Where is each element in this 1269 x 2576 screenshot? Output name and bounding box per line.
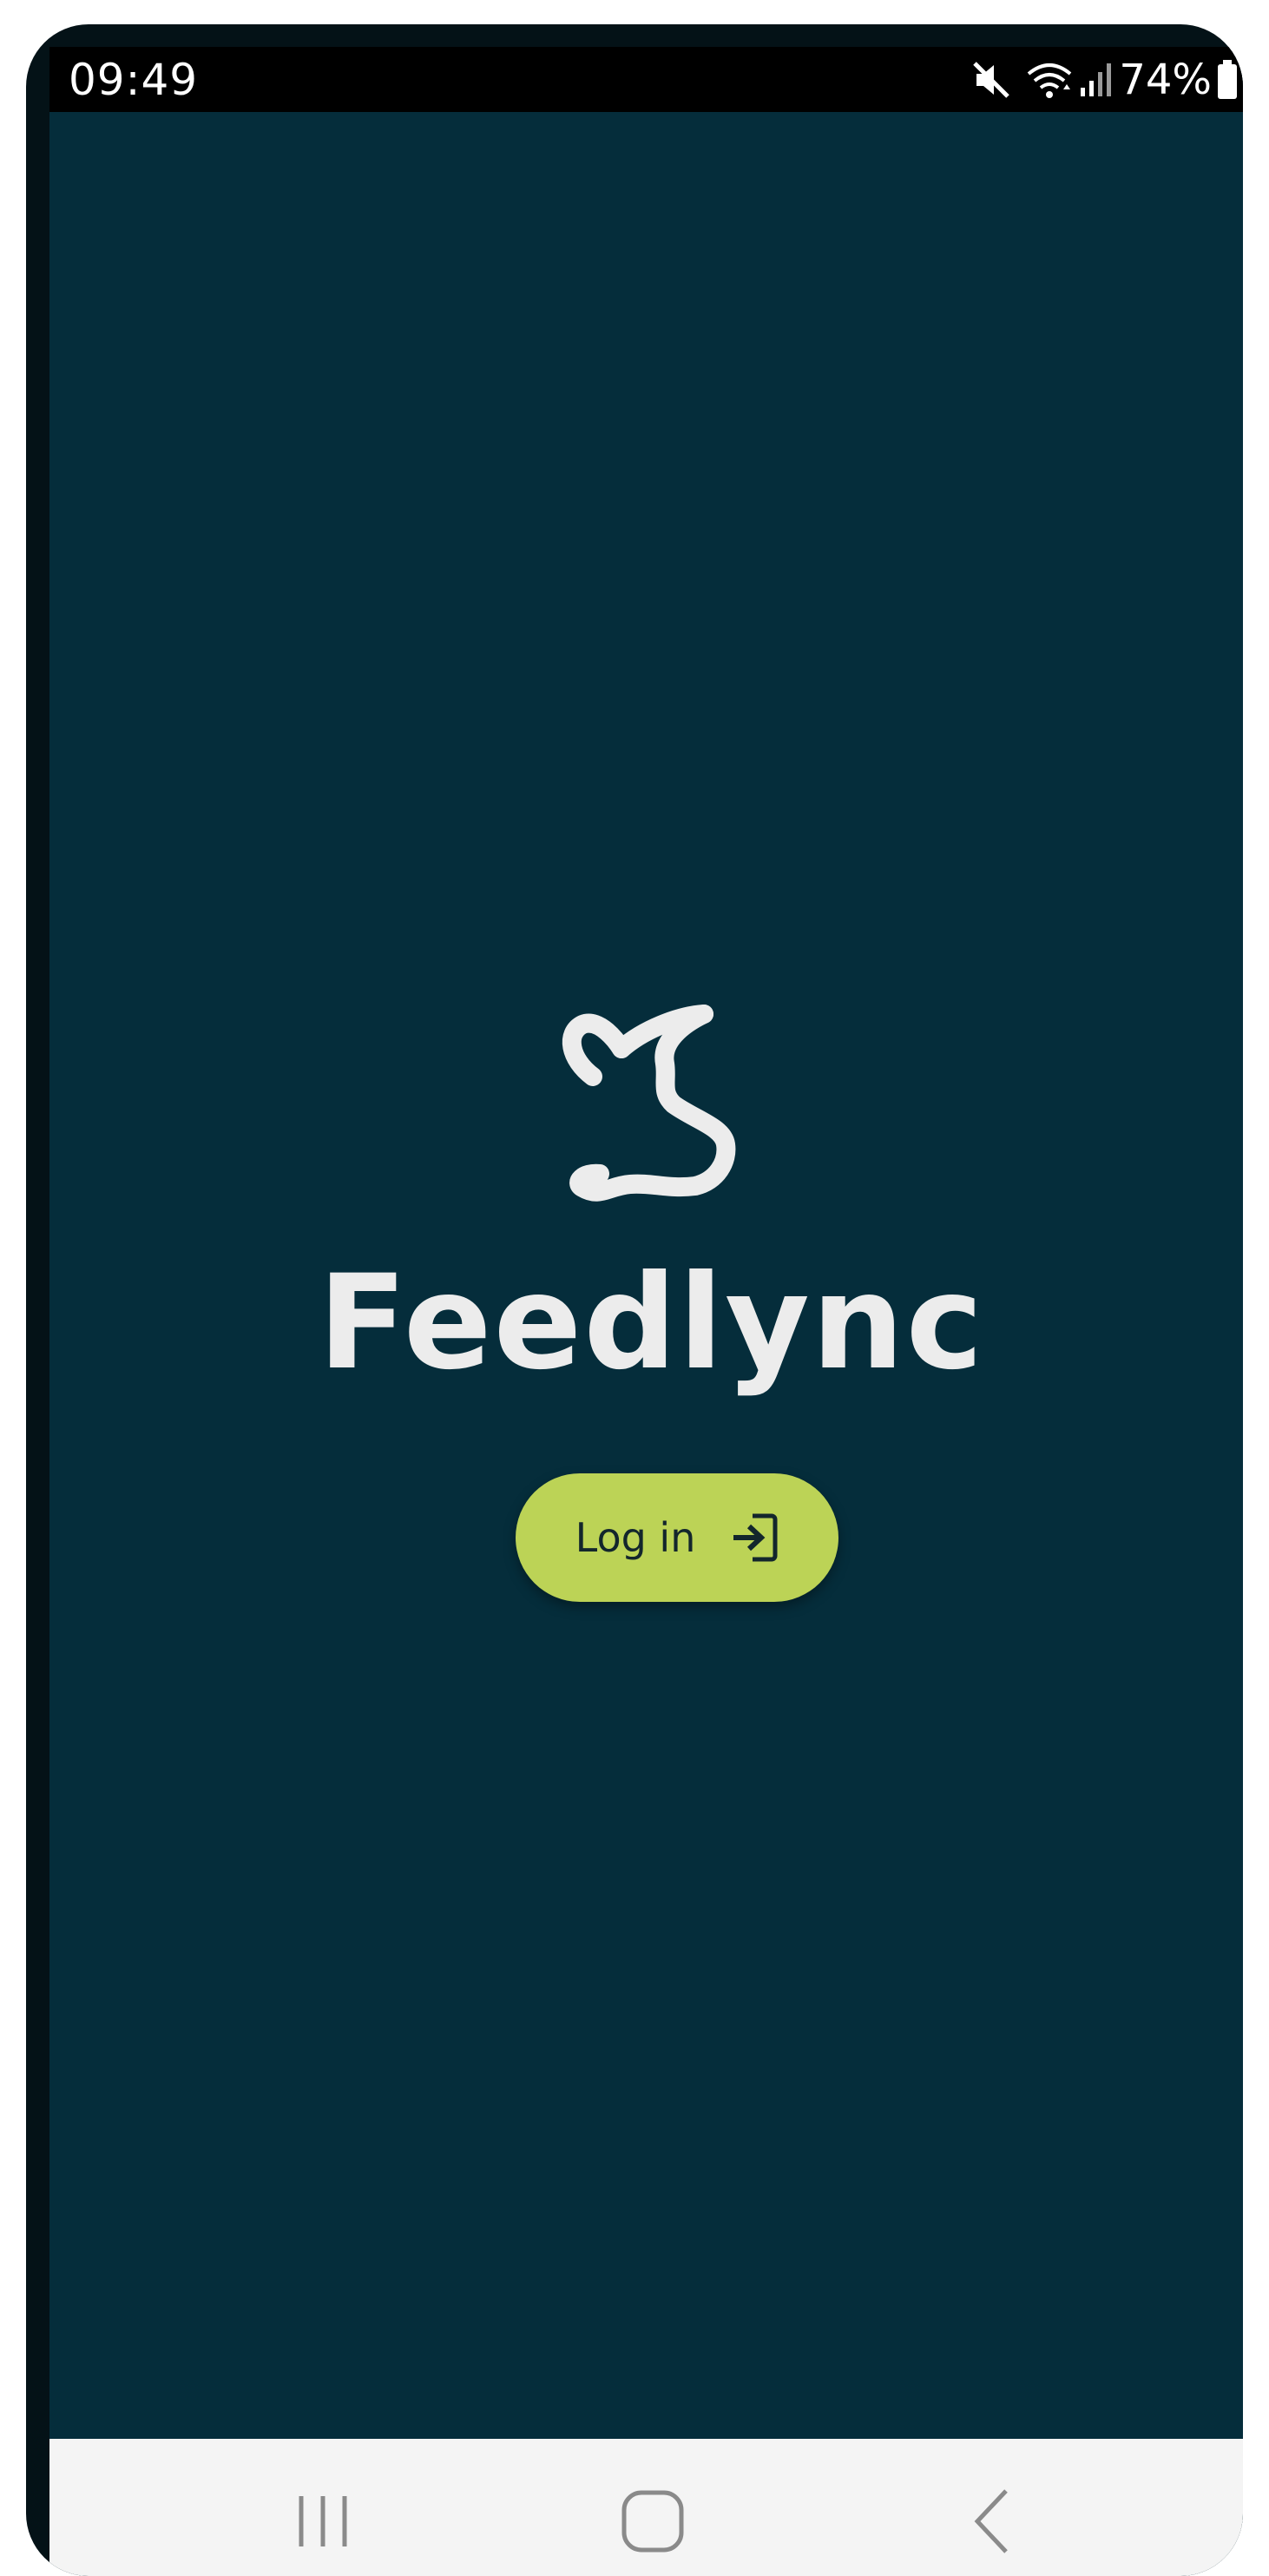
signal-icon bbox=[1077, 58, 1112, 102]
recents-icon bbox=[299, 2496, 347, 2546]
login-button-label: Log in bbox=[575, 1514, 696, 1561]
login-icon bbox=[730, 1512, 779, 1563]
back-icon bbox=[974, 2489, 1008, 2553]
navigation-bar bbox=[49, 2439, 1243, 2576]
battery-percent: 74% bbox=[1119, 56, 1212, 104]
status-icons: 74% bbox=[970, 54, 1238, 106]
home-button[interactable] bbox=[614, 2482, 692, 2560]
mute-icon bbox=[970, 58, 1013, 102]
back-button[interactable] bbox=[954, 2482, 1032, 2560]
wifi-icon bbox=[1025, 58, 1074, 102]
device-frame: 09:49 74% Feedlync Log in bbox=[26, 24, 1243, 2576]
recents-button[interactable] bbox=[284, 2482, 362, 2560]
battery-icon bbox=[1217, 60, 1238, 100]
home-icon bbox=[621, 2490, 684, 2553]
login-button[interactable]: Log in bbox=[516, 1473, 838, 1602]
cow-head-logo bbox=[562, 1005, 735, 1202]
brand-name: Feedlync bbox=[318, 1248, 985, 1399]
brand-block bbox=[49, 981, 1243, 1224]
app-screen: 09:49 74% Feedlync Log in bbox=[49, 47, 1243, 2576]
status-bar: 09:49 74% bbox=[49, 47, 1243, 112]
status-time: 09:49 bbox=[69, 55, 199, 105]
